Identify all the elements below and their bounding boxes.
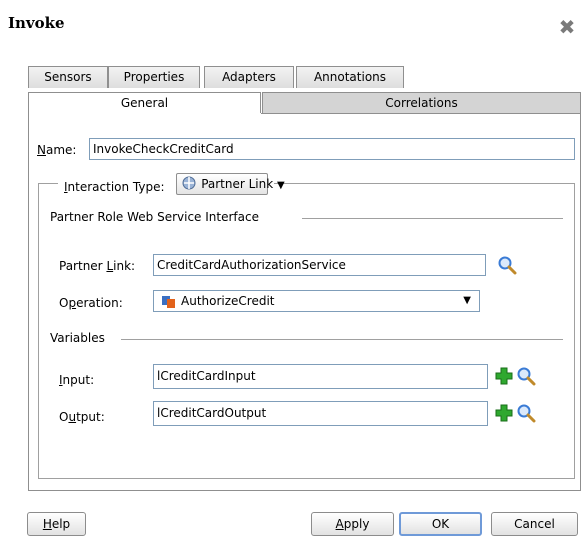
close-icon[interactable]: ✖ [556, 16, 578, 38]
name-value: InvokeCheckCreditCard [93, 142, 234, 156]
tab-label: General [120, 96, 169, 110]
operation-select[interactable]: AuthorizeCredit ▼ [153, 290, 480, 312]
operation-value: AuthorizeCredit [181, 294, 275, 308]
tab-label: Properties [123, 70, 185, 84]
interaction-type-value: Partner Link [201, 177, 274, 191]
ok-button[interactable]: OK [399, 512, 482, 536]
interaction-type-label: Interaction Type: [64, 180, 165, 194]
section-divider [302, 218, 563, 219]
partner-role-heading: Partner Role Web Service Interface [50, 210, 259, 224]
partner-link-value: CreditCardAuthorizationService [157, 258, 346, 272]
chevron-down-icon: ▼ [277, 180, 285, 191]
add-icon[interactable] [494, 403, 514, 423]
cancel-button[interactable]: Cancel [491, 512, 578, 536]
tab-general[interactable]: General [28, 92, 261, 114]
section-divider [121, 339, 563, 340]
name-label: Name: [37, 143, 77, 157]
interaction-legend: Interaction Type: Partner Link ▼ [58, 173, 285, 195]
interaction-group [38, 183, 575, 479]
output-variable-value: lCreditCardOutput [157, 406, 267, 420]
partner-link-field[interactable]: CreditCardAuthorizationService [153, 254, 486, 276]
search-icon[interactable] [515, 366, 537, 386]
tab-label: Sensors [44, 70, 92, 84]
tab-properties[interactable]: Properties [108, 66, 200, 88]
tab-annotations[interactable]: Annotations [296, 66, 404, 88]
partner-link-icon [182, 176, 196, 190]
search-icon[interactable] [515, 403, 537, 423]
chevron-down-icon: ▼ [463, 295, 471, 306]
tab-sensors[interactable]: Sensors [28, 66, 108, 88]
interaction-type-dropdown[interactable]: Partner Link ▼ [176, 173, 285, 195]
input-label: Input: [59, 373, 95, 387]
tab-correlations[interactable]: Correlations [262, 92, 581, 114]
input-variable-value: lCreditCardInput [157, 369, 256, 383]
operation-icon [162, 296, 175, 308]
tab-divider [261, 113, 581, 114]
help-button[interactable]: Help [27, 512, 86, 536]
name-field[interactable]: InvokeCheckCreditCard [89, 138, 575, 160]
partner-link-label: Partner Link: [59, 259, 136, 273]
tab-label: Adapters [222, 70, 276, 84]
apply-button[interactable]: Apply [311, 512, 394, 536]
variables-heading: Variables [50, 331, 105, 345]
input-variable-field[interactable]: lCreditCardInput [153, 364, 488, 389]
output-label: Output: [59, 410, 105, 424]
operation-label: Operation: [59, 296, 123, 310]
tab-label: Annotations [313, 70, 387, 84]
output-variable-field[interactable]: lCreditCardOutput [153, 401, 488, 426]
tab-label: Correlations [385, 96, 458, 110]
dialog-title: Invoke [8, 14, 65, 32]
tab-adapters[interactable]: Adapters [204, 66, 294, 88]
add-icon[interactable] [494, 366, 514, 386]
search-icon[interactable] [496, 255, 518, 275]
